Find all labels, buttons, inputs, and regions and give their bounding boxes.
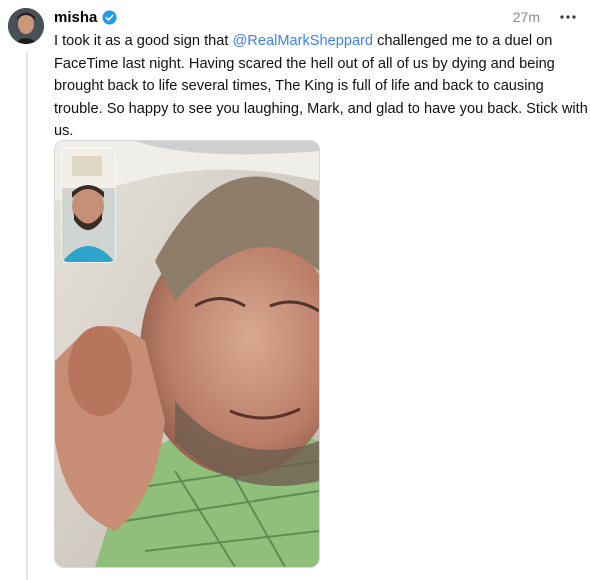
- self-view-photo: [62, 148, 115, 262]
- post-text-start: I took it as a good sign that: [54, 33, 233, 49]
- thread-line: [26, 52, 28, 580]
- timestamp: 27m: [512, 9, 540, 25]
- post-image[interactable]: [54, 140, 320, 568]
- post-text: I took it as a good sign that @RealMarkS…: [54, 30, 590, 143]
- username[interactable]: misha: [54, 9, 97, 26]
- verified-badge-icon: [102, 9, 117, 25]
- avatar-image: [8, 8, 44, 44]
- mention-link[interactable]: @RealMarkSheppard: [232, 33, 373, 49]
- avatar[interactable]: [8, 8, 44, 44]
- more-options-icon[interactable]: [558, 7, 578, 27]
- facetime-self-view[interactable]: [61, 147, 116, 263]
